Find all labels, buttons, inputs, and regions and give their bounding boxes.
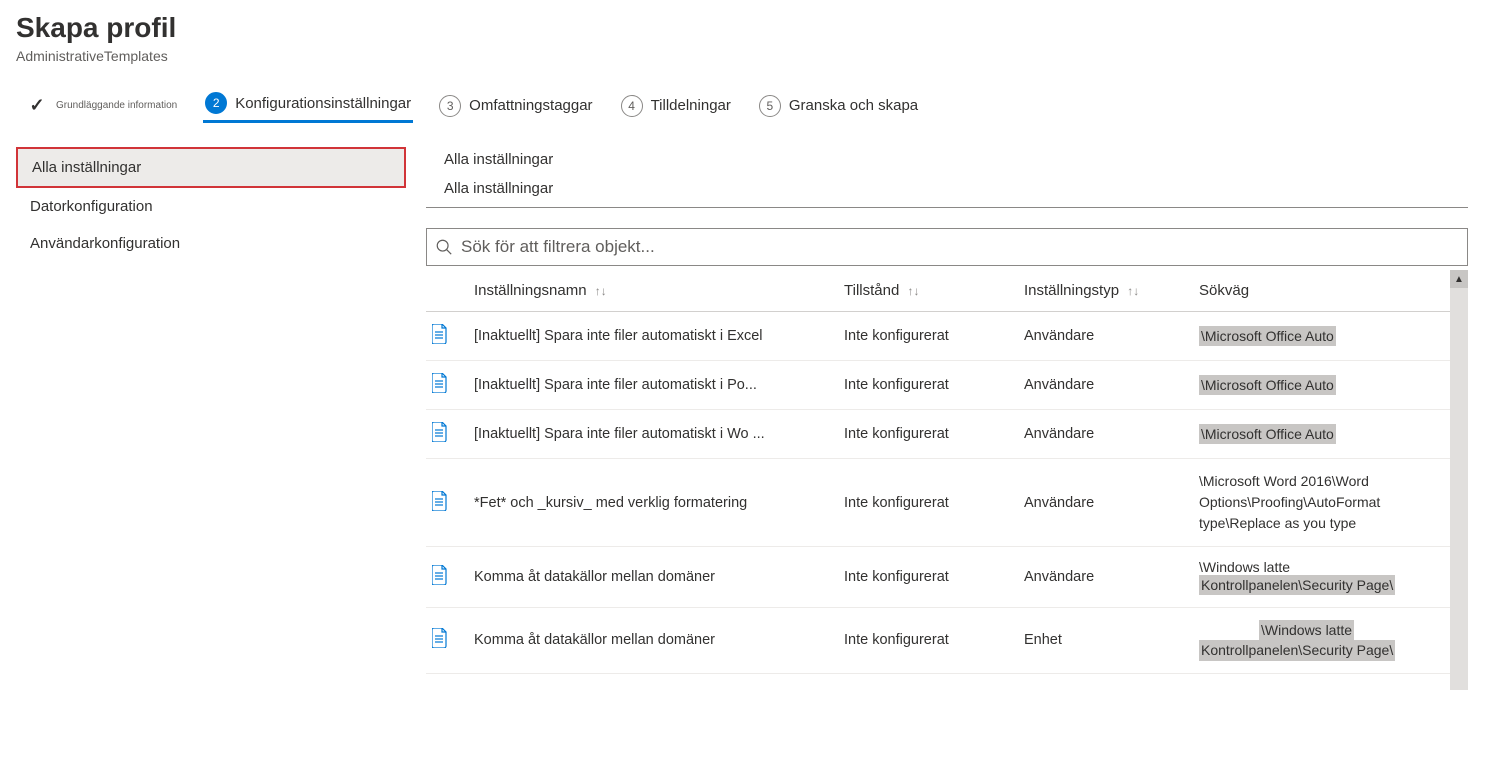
setting-name: [Inaktuellt] Spara inte filer automatisk…: [468, 361, 838, 410]
check-icon: ✓: [26, 95, 48, 117]
setting-type: Enhet: [1018, 608, 1193, 673]
settings-table: Inställningsnamn ↑↓ Tillstånd ↑↓ Inställ…: [426, 270, 1468, 674]
setting-type: Användare: [1018, 410, 1193, 459]
table-row[interactable]: [Inaktuellt] Spara inte filer automatisk…: [426, 361, 1468, 410]
setting-name: [Inaktuellt] Spara inte filer automatisk…: [468, 312, 838, 361]
table-row[interactable]: Komma åt datakällor mellan domänerInte k…: [426, 608, 1468, 673]
document-icon: [432, 373, 450, 395]
document-icon: [432, 491, 450, 513]
setting-state: Inte konfigurerat: [838, 361, 1018, 410]
setting-type: Användare: [1018, 361, 1193, 410]
setting-name: [Inaktuellt] Spara inte filer automatisk…: [468, 410, 838, 459]
document-icon: [432, 324, 450, 346]
setting-name: Komma åt datakällor mellan domäner: [468, 608, 838, 673]
setting-name: Komma åt datakällor mellan domäner: [468, 547, 838, 608]
sort-icon: ↑↓: [595, 284, 607, 298]
setting-type: Användare: [1018, 312, 1193, 361]
setting-state: Inte konfigurerat: [838, 547, 1018, 608]
step-scope-tags[interactable]: 3 Omfattningstaggar: [437, 91, 594, 121]
step-number-icon: 5: [759, 95, 781, 117]
sort-icon: ↑↓: [907, 284, 919, 298]
settings-table-wrap: ▲ Inställningsnamn ↑↓: [426, 270, 1468, 674]
setting-state: Inte konfigurerat: [838, 608, 1018, 673]
setting-path: \Microsoft Office Auto: [1193, 410, 1468, 459]
col-header-name[interactable]: Inställningsnamn ↑↓: [468, 270, 838, 312]
search-input[interactable]: [459, 236, 1459, 258]
document-icon: [432, 628, 450, 650]
setting-path: \Microsoft Word 2016\Word Options\Proofi…: [1193, 459, 1468, 547]
settings-tree: Alla inställningar Datorkonfiguration An…: [16, 147, 406, 674]
setting-path: \Microsoft Office Auto: [1193, 312, 1468, 361]
step-assignments[interactable]: 4 Tilldelningar: [619, 91, 733, 121]
page-title: Skapa profil: [16, 12, 1488, 44]
table-row[interactable]: [Inaktuellt] Spara inte filer automatisk…: [426, 312, 1468, 361]
setting-type: Användare: [1018, 547, 1193, 608]
setting-state: Inte konfigurerat: [838, 410, 1018, 459]
search-icon: [435, 238, 453, 256]
setting-path: \Windows latteKontrollpanelen\Security P…: [1193, 608, 1468, 673]
sidebar-item-user-config[interactable]: Användarkonfiguration: [16, 225, 406, 262]
step-number-icon: 3: [439, 95, 461, 117]
col-header-path[interactable]: Sökväg: [1193, 270, 1468, 312]
page-subtitle: AdministrativeTemplates: [16, 48, 1488, 64]
breadcrumb-line-2: Alla inställningar: [426, 176, 1468, 207]
table-header-row: Inställningsnamn ↑↓ Tillstånd ↑↓ Inställ…: [426, 270, 1468, 312]
col-header-state[interactable]: Tillstånd ↑↓: [838, 270, 1018, 312]
setting-name: *Fet* och _kursiv_ med verklig formateri…: [468, 459, 838, 547]
step-number-icon: 4: [621, 95, 643, 117]
setting-type: Användare: [1018, 459, 1193, 547]
table-row[interactable]: [Inaktuellt] Spara inte filer automatisk…: [426, 410, 1468, 459]
sidebar-item-computer-config[interactable]: Datorkonfiguration: [16, 188, 406, 225]
sort-icon: ↑↓: [1127, 284, 1139, 298]
setting-path: \Microsoft Office Auto: [1193, 361, 1468, 410]
col-header-type[interactable]: Inställningstyp ↑↓: [1018, 270, 1193, 312]
step-review-create[interactable]: 5 Granska och skapa: [757, 91, 920, 121]
setting-state: Inte konfigurerat: [838, 312, 1018, 361]
divider: [426, 207, 1468, 208]
step-number-icon: 2: [205, 92, 227, 114]
sidebar-item-all-settings[interactable]: Alla inställningar: [16, 147, 406, 188]
breadcrumb-line-1: Alla inställningar: [426, 147, 1468, 176]
setting-state: Inte konfigurerat: [838, 459, 1018, 547]
step-basics[interactable]: ✓ Grundläggande information: [24, 91, 179, 121]
search-input-wrapper[interactable]: [426, 228, 1468, 266]
wizard-steps: ✓ Grundläggande information 2 Konfigurat…: [16, 88, 1488, 133]
step-configuration-settings[interactable]: 2 Konfigurationsinställningar: [203, 88, 413, 123]
document-icon: [432, 565, 450, 587]
table-row[interactable]: Komma åt datakällor mellan domänerInte k…: [426, 547, 1468, 608]
table-row[interactable]: *Fet* och _kursiv_ med verklig formateri…: [426, 459, 1468, 547]
document-icon: [432, 422, 450, 444]
setting-path: \Windows latteKontrollpanelen\Security P…: [1193, 547, 1468, 608]
